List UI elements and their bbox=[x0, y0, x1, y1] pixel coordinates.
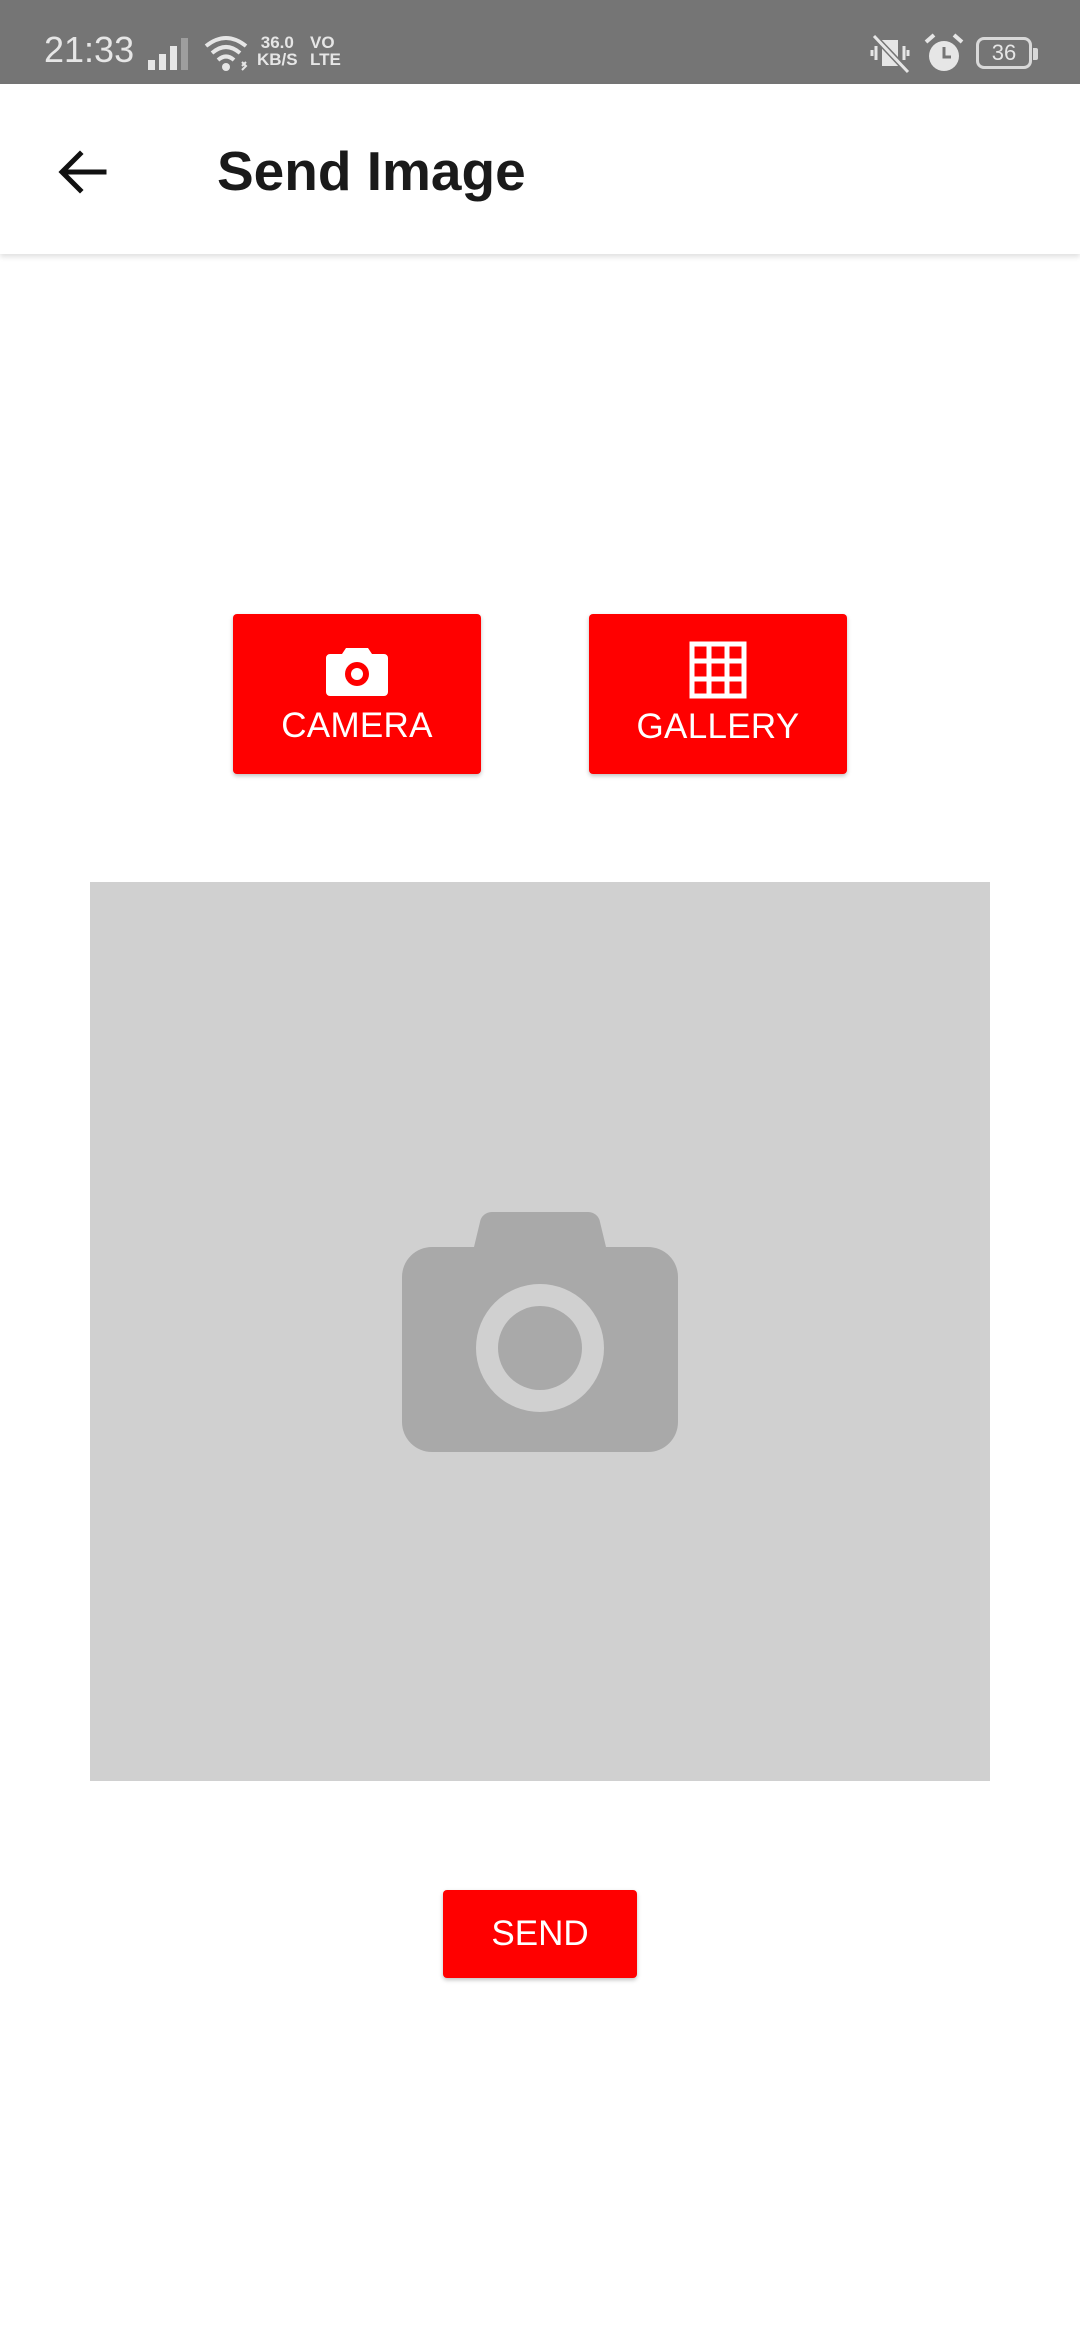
camera-placeholder-icon bbox=[402, 1211, 678, 1452]
status-bar: 21:33 36.0 KB/S VO LTE 36 bbox=[0, 0, 1080, 84]
send-button[interactable]: SEND bbox=[443, 1890, 637, 1978]
battery-icon: 36 bbox=[976, 37, 1038, 69]
status-time: 21:33 bbox=[44, 29, 135, 70]
image-preview bbox=[90, 882, 990, 1781]
mute-vibrate-icon bbox=[870, 33, 911, 75]
net-speed-value: 36.0 bbox=[260, 33, 294, 52]
net-speed: 36.0 KB/S bbox=[257, 34, 298, 68]
camera-button[interactable]: CAMERA bbox=[233, 614, 481, 774]
alarm-icon bbox=[924, 33, 964, 71]
volte-top: VO bbox=[310, 33, 335, 52]
arrow-back-icon bbox=[58, 150, 107, 194]
volte-indicator: VO LTE bbox=[310, 34, 341, 68]
signal-icon bbox=[148, 38, 188, 70]
gallery-button[interactable]: GALLERY bbox=[589, 614, 847, 774]
net-speed-unit: KB/S bbox=[257, 50, 298, 69]
app-bar: Send Image bbox=[0, 84, 1080, 254]
grid-icon bbox=[689, 641, 747, 699]
back-button[interactable] bbox=[40, 130, 124, 214]
volte-bottom: LTE bbox=[310, 50, 341, 69]
page-title: Send Image bbox=[217, 140, 526, 202]
wifi-icon bbox=[204, 36, 248, 71]
camera-icon bbox=[326, 648, 388, 696]
gallery-button-label: GALLERY bbox=[636, 707, 800, 746]
camera-button-label: CAMERA bbox=[281, 706, 433, 745]
